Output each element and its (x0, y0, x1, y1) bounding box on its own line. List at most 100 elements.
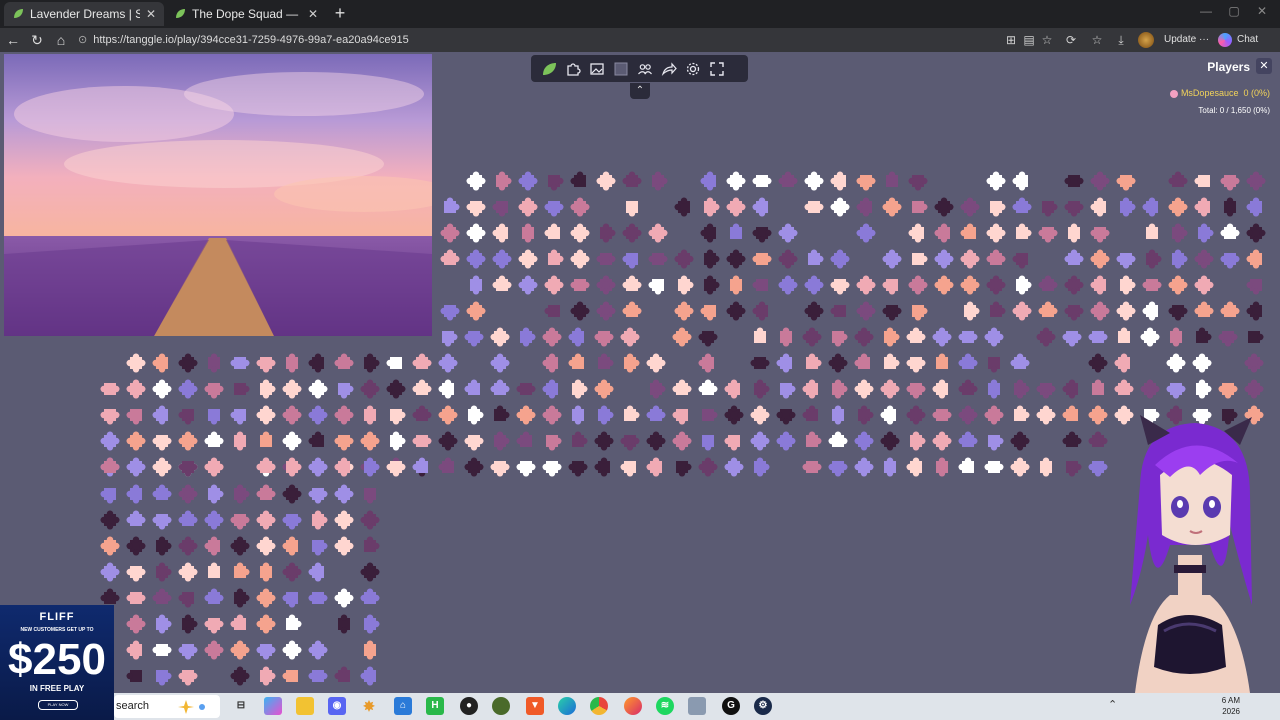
puzzle-piece[interactable] (622, 171, 642, 188)
puzzle-piece[interactable] (1066, 461, 1082, 477)
puzzle-piece[interactable] (1246, 223, 1266, 243)
puzzle-piece[interactable] (334, 353, 354, 370)
puzzle-piece[interactable] (856, 223, 876, 243)
puzzle-piece[interactable] (884, 327, 900, 347)
puzzle-piece[interactable] (308, 405, 328, 425)
puzzle-piece[interactable] (1064, 175, 1084, 187)
app-gray-icon[interactable] (688, 697, 706, 715)
puzzle-piece[interactable] (518, 197, 538, 217)
puzzle-piece[interactable] (912, 201, 928, 213)
puzzle-piece[interactable] (204, 510, 224, 530)
puzzle-piece[interactable] (282, 484, 302, 504)
puzzle-piece[interactable] (806, 353, 822, 370)
puzzle-piece[interactable] (830, 249, 850, 269)
system-tray-chevron-icon[interactable]: ⌃ (1108, 698, 1117, 711)
puzzle-piece[interactable] (1090, 171, 1110, 191)
puzzle-piece[interactable] (646, 353, 666, 373)
puzzle-piece[interactable] (546, 435, 562, 451)
puzzle-piece[interactable] (572, 405, 584, 425)
puzzle-piece[interactable] (152, 484, 172, 501)
puzzle-piece[interactable] (360, 379, 380, 399)
share-icon[interactable] (660, 60, 678, 78)
puzzle-piece[interactable] (204, 536, 221, 556)
puzzle-piece[interactable] (412, 405, 432, 422)
puzzle-piece[interactable] (1168, 171, 1188, 188)
puzzle-piece[interactable] (960, 275, 980, 295)
puzzle-piece[interactable] (334, 457, 351, 477)
puzzle-piece[interactable] (152, 435, 172, 451)
puzzle-piece[interactable] (724, 457, 744, 477)
puzzle-piece[interactable] (464, 379, 481, 396)
puzzle-piece[interactable] (1248, 331, 1264, 343)
ad-play-now-button[interactable]: PLAY NOW (38, 700, 78, 710)
puzzle-piece[interactable] (230, 357, 250, 369)
file-explorer-icon[interactable] (296, 697, 314, 715)
puzzle-piece[interactable] (646, 457, 663, 477)
puzzle-piece[interactable] (312, 540, 328, 556)
puzzle-piece[interactable] (126, 640, 143, 660)
firefox-icon[interactable] (624, 697, 642, 715)
puzzle-piece[interactable] (178, 461, 198, 477)
puzzle-piece[interactable] (178, 409, 195, 425)
puzzle-piece[interactable] (1194, 197, 1211, 217)
puzzle-piece[interactable] (490, 327, 510, 347)
puzzle-piece[interactable] (440, 305, 460, 321)
puzzle-piece[interactable] (808, 249, 824, 266)
puzzle-piece[interactable] (596, 275, 616, 295)
puzzle-piece[interactable] (854, 353, 871, 370)
puzzle-piece[interactable] (438, 379, 455, 399)
puzzle-piece[interactable] (908, 223, 925, 243)
puzzle-piece[interactable] (386, 379, 406, 399)
puzzle-piece[interactable] (234, 562, 250, 579)
puzzle-piece[interactable] (156, 562, 172, 582)
puzzle-piece[interactable] (1220, 253, 1240, 269)
puzzle-piece[interactable] (752, 227, 772, 243)
puzzle-piece[interactable] (1014, 379, 1030, 399)
puzzle-piece[interactable] (908, 175, 928, 191)
puzzle-piece[interactable] (100, 409, 120, 425)
puzzle-piece[interactable] (1088, 331, 1108, 343)
puzzle-piece[interactable] (126, 536, 146, 556)
puzzle-piece[interactable] (1038, 227, 1058, 243)
puzzle-piece[interactable] (282, 536, 299, 556)
puzzle-piece[interactable] (572, 379, 588, 399)
puzzle-piece[interactable] (518, 249, 538, 269)
puzzle-piece[interactable] (126, 409, 143, 425)
puzzle-piece[interactable] (726, 301, 746, 321)
puzzle-piece[interactable] (986, 275, 1006, 295)
puzzle-piece[interactable] (178, 644, 198, 660)
puzzle-piece[interactable] (496, 171, 512, 191)
puzzle-piece[interactable] (752, 175, 772, 187)
puzzle-piece[interactable] (440, 249, 460, 266)
puzzle-piece[interactable] (750, 405, 770, 425)
puzzle-piece[interactable] (230, 614, 247, 631)
puzzle-piece[interactable] (444, 197, 460, 214)
puzzle-piece[interactable] (468, 405, 484, 425)
puzzle-piece[interactable] (334, 435, 354, 451)
puzzle-piece[interactable] (126, 592, 146, 604)
puzzle-piece[interactable] (934, 275, 954, 295)
puzzle-piece[interactable] (438, 353, 458, 373)
puzzle-piece[interactable] (282, 670, 299, 682)
puzzle-piece[interactable] (932, 409, 952, 421)
puzzle-piece[interactable] (1012, 171, 1029, 191)
puzzle-piece[interactable] (152, 514, 172, 530)
puzzle-piece[interactable] (178, 431, 198, 451)
puzzle-piece[interactable] (804, 301, 824, 321)
puzzle-piece[interactable] (1140, 327, 1160, 347)
puzzle-piece[interactable] (958, 431, 978, 448)
puzzle-piece[interactable] (672, 327, 692, 347)
puzzle-piece[interactable] (622, 253, 639, 269)
puzzle-piece[interactable] (334, 405, 354, 425)
puzzle-piece[interactable] (178, 670, 198, 686)
puzzle-piece[interactable] (1170, 327, 1182, 347)
puzzle-piece[interactable] (260, 379, 276, 399)
puzzle-piece[interactable] (704, 197, 720, 217)
puzzle-piece[interactable] (1218, 331, 1238, 347)
puzzle-piece[interactable] (724, 405, 744, 425)
puzzle-piece[interactable] (570, 223, 590, 243)
puzzle-piece[interactable] (830, 305, 847, 317)
puzzle-piece[interactable] (958, 379, 978, 396)
puzzle-piece[interactable] (598, 353, 614, 370)
puzzle-piece[interactable] (338, 383, 354, 399)
